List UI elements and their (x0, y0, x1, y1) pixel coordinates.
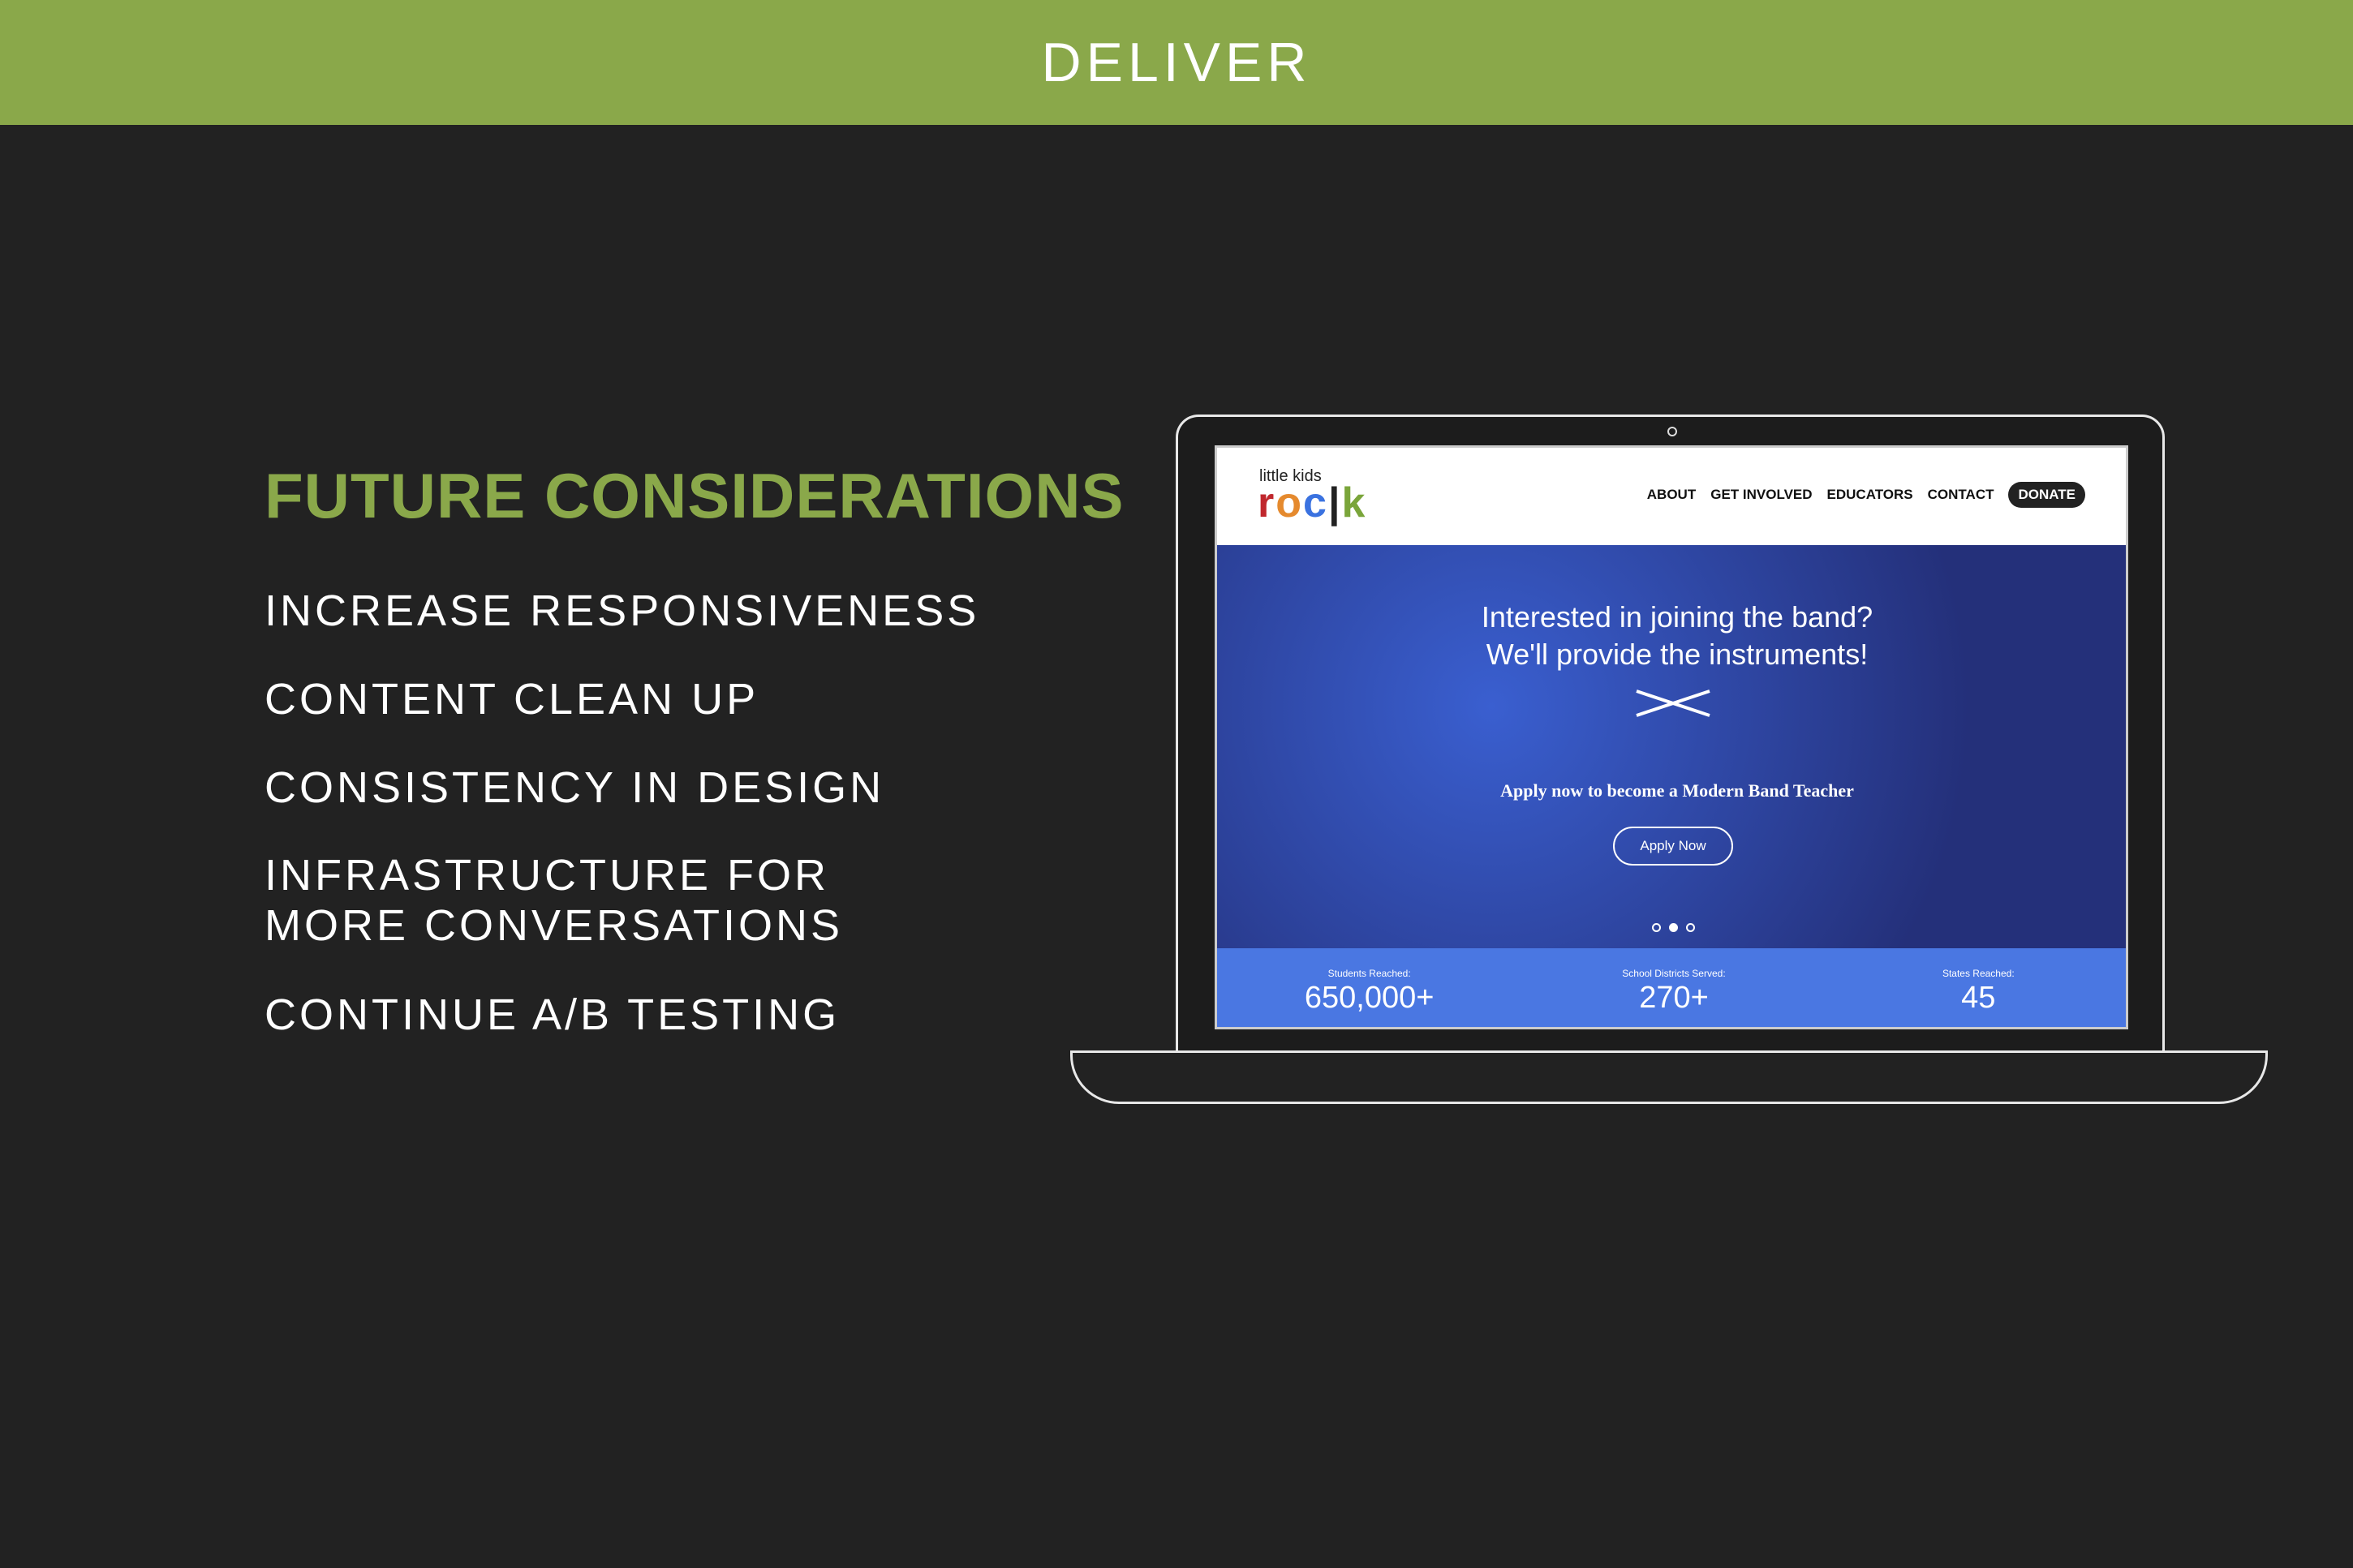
carousel-dot[interactable] (1686, 923, 1695, 932)
consideration-item: INFRASTRUCTURE FOR (265, 851, 829, 900)
stat-value: 650,000+ (1304, 981, 1435, 1015)
site-header: little kids roc|k ABOUT GET INVOLVED EDU… (1217, 448, 2126, 545)
consideration-item: MORE CONVERSATIONS (265, 901, 844, 950)
carousel-dots (1652, 923, 1695, 932)
camera-icon (1667, 427, 1677, 436)
consideration-item: CONTENT CLEAN UP (265, 675, 759, 724)
stat-label: School Districts Served: (1622, 968, 1726, 979)
website-screenshot: little kids roc|k ABOUT GET INVOLVED EDU… (1215, 445, 2128, 1029)
apply-now-button[interactable]: Apply Now (1613, 827, 1733, 866)
header-title: DELIVER (1041, 32, 1312, 93)
stat-students: Students Reached: 650,000+ (1248, 948, 1491, 1027)
nav-get-involved[interactable]: GET INVOLVED (1710, 487, 1812, 503)
consideration-item: INCREASE RESPONSIVENESS (265, 586, 980, 635)
donate-button[interactable]: DONATE (2008, 482, 2085, 508)
nav-about[interactable]: ABOUT (1647, 487, 1696, 503)
laptop-base (1070, 1050, 2268, 1104)
carousel-dot-active[interactable] (1669, 923, 1678, 932)
stat-value: 270+ (1639, 981, 1709, 1015)
stat-label: Students Reached: (1327, 968, 1411, 979)
stat-value: 45 (1961, 981, 1996, 1015)
consideration-item: CONSISTENCY IN DESIGN (265, 763, 885, 812)
site-nav: ABOUT GET INVOLVED EDUCATORS CONTACT DON… (1647, 482, 2085, 508)
hero-subtext: Apply now to become a Modern Band Teache… (1500, 780, 1854, 801)
nav-contact[interactable]: CONTACT (1928, 487, 1994, 503)
hero-banner: Interested in joining the band? We'll pr… (1217, 545, 2126, 948)
carousel-dot[interactable] (1652, 923, 1661, 932)
hero-headline-2: We'll provide the instruments! (1486, 638, 1869, 671)
consideration-item: CONTINUE A/B TESTING (265, 990, 841, 1039)
stat-districts: School Districts Served: 270+ (1552, 948, 1796, 1027)
logo[interactable]: roc|k (1258, 479, 1366, 527)
section-title: FUTURE CONSIDERATIONS (265, 460, 1125, 531)
stat-states: States Reached: 45 (1856, 948, 2100, 1027)
drumsticks-icon (1636, 689, 1710, 717)
nav-educators[interactable]: EDUCATORS (1827, 487, 1913, 503)
stat-label: States Reached: (1942, 968, 2015, 979)
section-header: DELIVER (0, 0, 2353, 125)
hero-headline: Interested in joining the band? (1481, 600, 1873, 634)
stats-bar: Students Reached: 650,000+ School Distric… (1217, 948, 2126, 1027)
